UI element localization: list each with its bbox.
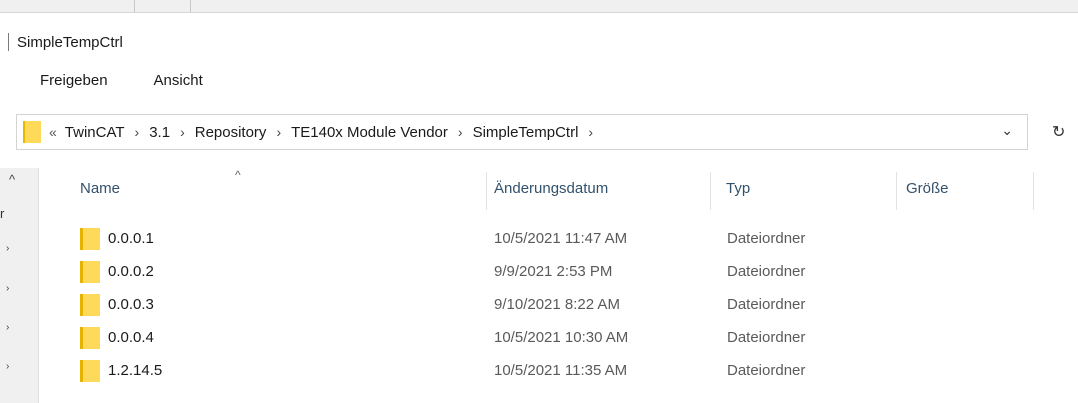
window-title: SimpleTempCtrl	[17, 33, 123, 51]
file-date: 10/5/2021 11:47 AM	[494, 230, 628, 247]
file-date: 9/10/2021 8:22 AM	[494, 296, 620, 313]
file-date: 9/9/2021 2:53 PM	[494, 263, 613, 280]
folder-icon	[23, 121, 41, 143]
file-type: Dateiordner	[727, 230, 806, 247]
top-strip	[0, 0, 1078, 13]
chevron-down-icon[interactable]: ⌄	[1001, 122, 1013, 139]
breadcrumb-te140x-module-vendor[interactable]: TE140x Module Vendor	[289, 124, 450, 141]
file-type: Dateiordner	[727, 362, 806, 379]
file-name[interactable]: 0.0.0.1	[108, 230, 154, 247]
file-row[interactable]: 0.0.0.3 9/10/2021 8:22 AM Dateiordner	[80, 290, 980, 320]
overflow-chevron-icon[interactable]: «	[49, 124, 57, 140]
file-row[interactable]: 0.0.0.4 10/5/2021 10:30 AM Dateiordner	[80, 323, 980, 353]
chevron-up-icon[interactable]: ^	[9, 172, 15, 187]
file-date: 10/5/2021 10:30 AM	[494, 329, 629, 346]
file-name[interactable]: 0.0.0.4	[108, 329, 154, 346]
file-name[interactable]: 0.0.0.3	[108, 296, 154, 313]
file-row[interactable]: 1.2.14.5 10/5/2021 11:35 AM Dateiordner	[80, 356, 980, 386]
file-type: Dateiordner	[727, 296, 806, 313]
breadcrumb-separator-icon[interactable]: ›	[458, 124, 463, 140]
folder-icon	[80, 261, 100, 283]
address-bar[interactable]: « TwinCAT › 3.1 › Repository › TE140x Mo…	[16, 114, 1028, 150]
nav-expand-icon[interactable]: ›	[6, 322, 9, 333]
nav-expand-icon[interactable]: ›	[6, 283, 9, 294]
file-type: Dateiordner	[727, 263, 806, 280]
folder-icon	[80, 360, 100, 382]
nav-item-label[interactable]: r	[0, 206, 4, 221]
breadcrumb-repository[interactable]: Repository	[193, 124, 269, 141]
file-date: 10/5/2021 11:35 AM	[494, 362, 628, 379]
file-type: Dateiordner	[727, 329, 806, 346]
breadcrumb-separator-icon[interactable]: ›	[276, 124, 281, 140]
folder-icon	[80, 327, 100, 349]
strip-divider	[134, 0, 135, 12]
column-size[interactable]: Größe	[906, 180, 949, 197]
sort-ascending-icon: ^	[235, 168, 241, 182]
breadcrumb-separator-icon[interactable]: ›	[135, 124, 140, 140]
column-header: ^ Name Änderungsdatum Typ Größe	[40, 168, 1040, 214]
strip-divider	[190, 0, 191, 12]
tab-freigeben[interactable]: Freigeben	[40, 72, 108, 89]
breadcrumb-3-1[interactable]: 3.1	[147, 124, 172, 141]
column-name[interactable]: Name	[80, 180, 120, 197]
folder-icon	[80, 228, 100, 250]
file-row[interactable]: 0.0.0.1 10/5/2021 11:47 AM Dateiordner	[80, 224, 980, 254]
folder-icon	[80, 294, 100, 316]
title-row: SimpleTempCtrl	[0, 30, 123, 54]
column-divider[interactable]	[896, 172, 897, 210]
file-name[interactable]: 0.0.0.2	[108, 263, 154, 280]
refresh-icon[interactable]: ↻	[1052, 122, 1065, 142]
column-divider[interactable]	[1033, 172, 1034, 210]
column-type[interactable]: Typ	[726, 180, 750, 197]
file-name[interactable]: 1.2.14.5	[108, 362, 162, 379]
breadcrumb-separator-icon[interactable]: ›	[588, 124, 593, 140]
column-divider[interactable]	[710, 172, 711, 210]
ribbon: Freigeben Ansicht	[40, 72, 203, 89]
breadcrumb-separator-icon[interactable]: ›	[180, 124, 185, 140]
breadcrumb-twincat[interactable]: TwinCAT	[63, 124, 127, 141]
column-divider[interactable]	[486, 172, 487, 210]
title-divider	[8, 33, 9, 51]
tab-ansicht[interactable]: Ansicht	[154, 72, 203, 89]
nav-expand-icon[interactable]: ›	[6, 243, 9, 254]
column-date[interactable]: Änderungsdatum	[494, 180, 608, 197]
file-row[interactable]: 0.0.0.2 9/9/2021 2:53 PM Dateiordner	[80, 257, 980, 287]
nav-expand-icon[interactable]: ›	[6, 361, 9, 372]
breadcrumb-simpletempctrl[interactable]: SimpleTempCtrl	[471, 124, 581, 141]
